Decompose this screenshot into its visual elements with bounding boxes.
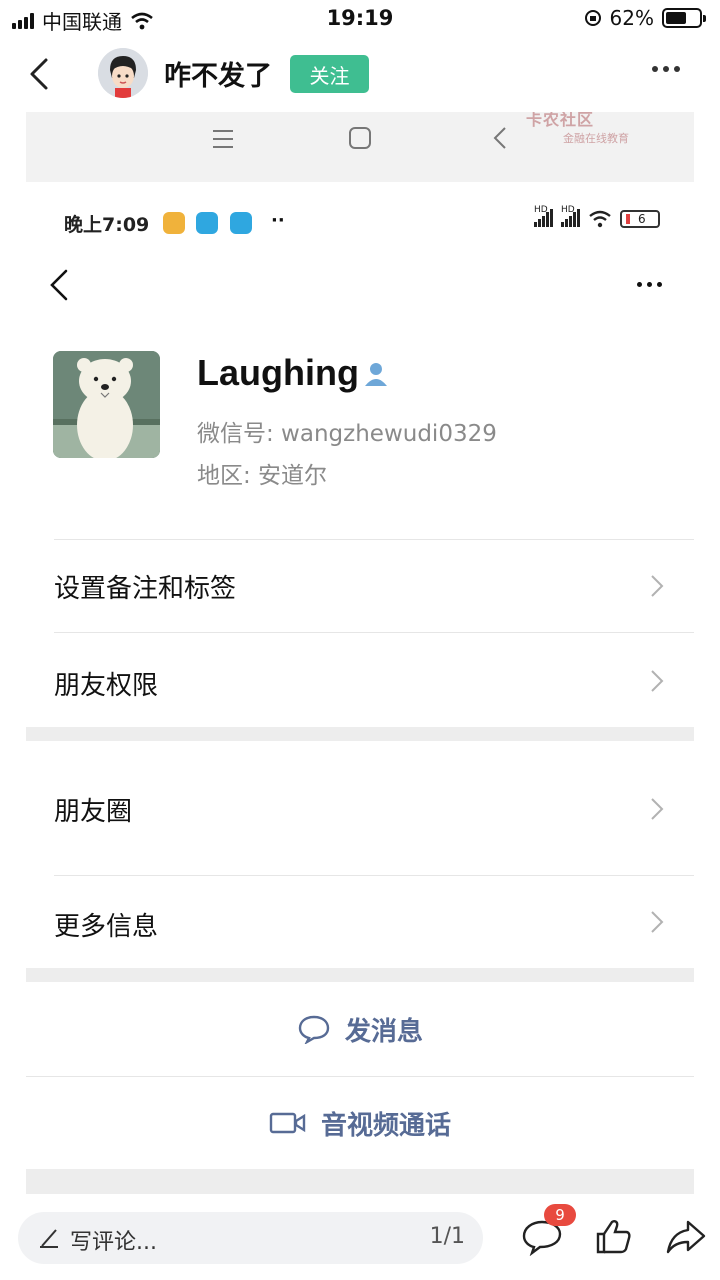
chevron-right-icon	[651, 798, 664, 820]
page-indicator[interactable]: 1/1	[430, 1224, 465, 1249]
video-call-button[interactable]: 音视频通话	[26, 1077, 694, 1169]
wifi-icon	[589, 210, 611, 228]
pen-icon	[40, 1229, 58, 1248]
status-bar: 中国联通 19:19 62%	[0, 0, 720, 40]
thumbs-up-icon[interactable]	[592, 1216, 636, 1256]
post-header: 咋不发了 关注	[0, 40, 720, 110]
chevron-right-icon	[651, 575, 664, 597]
app-notification-icon	[196, 212, 218, 234]
contact-person-icon	[365, 363, 387, 386]
android-battery-icon: 6	[620, 210, 660, 228]
bottom-bar: 写评论... 1/1 9	[0, 1196, 720, 1280]
chat-bubble-icon	[298, 1015, 330, 1044]
signal-icon: HD	[561, 205, 580, 227]
wechat-id: 微信号: wangzhewudi0329	[197, 421, 497, 447]
cartoon-avatar-icon	[98, 48, 148, 98]
section-gap	[26, 727, 694, 741]
android-status-right: HD HD 6	[534, 205, 660, 228]
row-remark-tags[interactable]: 设置备注和标签	[26, 540, 694, 632]
row-label: 更多信息	[54, 912, 159, 942]
post-image[interactable]: 卡农社区 金融在线教育 晚上7:09 ·· HD HD 6 Laughing 微…	[26, 112, 694, 1194]
video-call-label: 音视频通话	[320, 1110, 451, 1141]
status-right: 62%	[584, 6, 706, 30]
author-avatar[interactable]	[98, 48, 148, 98]
section-gap	[26, 968, 694, 982]
profile-name: Laughing	[197, 352, 359, 393]
polar-bear-avatar-icon	[53, 351, 160, 458]
menu-icon	[213, 130, 233, 148]
section-gap	[26, 1169, 694, 1194]
app-notification-icon	[163, 212, 185, 234]
row-friend-permissions[interactable]: 朋友权限	[26, 633, 694, 727]
android-time: 晚上7:09	[64, 214, 150, 236]
share-icon[interactable]	[664, 1216, 708, 1256]
comment-input[interactable]: 写评论... 1/1	[18, 1212, 483, 1264]
back-icon[interactable]	[26, 54, 56, 94]
home-square-icon	[349, 127, 371, 149]
android-back-icon	[493, 127, 506, 149]
row-label: 朋友权限	[54, 671, 159, 701]
more-notifications: ··	[271, 210, 285, 231]
android-status-bar: 晚上7:09 ·· HD HD 6	[26, 205, 694, 240]
chevron-right-icon	[651, 670, 664, 692]
wechat-more-icon[interactable]	[637, 282, 662, 287]
wechat-back-icon[interactable]	[48, 267, 70, 303]
send-message-button[interactable]: 发消息	[26, 982, 694, 1076]
author-name[interactable]: 咋不发了	[164, 54, 272, 93]
more-options-icon[interactable]	[652, 66, 680, 72]
watermark-subtitle: 金融在线教育	[563, 132, 629, 145]
region: 地区: 安道尔	[197, 463, 328, 489]
android-nav-bar: 卡农社区 金融在线教育	[26, 112, 694, 182]
send-message-label: 发消息	[344, 1016, 423, 1047]
row-more-info[interactable]: 更多信息	[26, 876, 694, 968]
battery-icon	[662, 8, 706, 28]
app-notification-icon	[230, 212, 252, 234]
signal-icon: HD	[534, 205, 553, 227]
video-camera-icon	[269, 1112, 306, 1134]
row-label: 朋友圈	[54, 797, 133, 827]
watermark: 卡农社区 金融在线教育	[526, 112, 629, 146]
watermark-title: 卡农社区	[526, 112, 595, 129]
profile-avatar[interactable]	[53, 351, 160, 458]
comment-placeholder: 写评论...	[70, 1230, 157, 1255]
comment-count-badge: 9	[544, 1204, 576, 1226]
chevron-right-icon	[651, 911, 664, 933]
row-moments[interactable]: 朋友圈	[26, 741, 694, 875]
row-label: 设置备注和标签	[54, 574, 237, 604]
follow-button[interactable]: 关注	[290, 55, 369, 93]
orientation-lock-icon	[584, 10, 601, 26]
battery-percent: 62%	[609, 6, 654, 30]
